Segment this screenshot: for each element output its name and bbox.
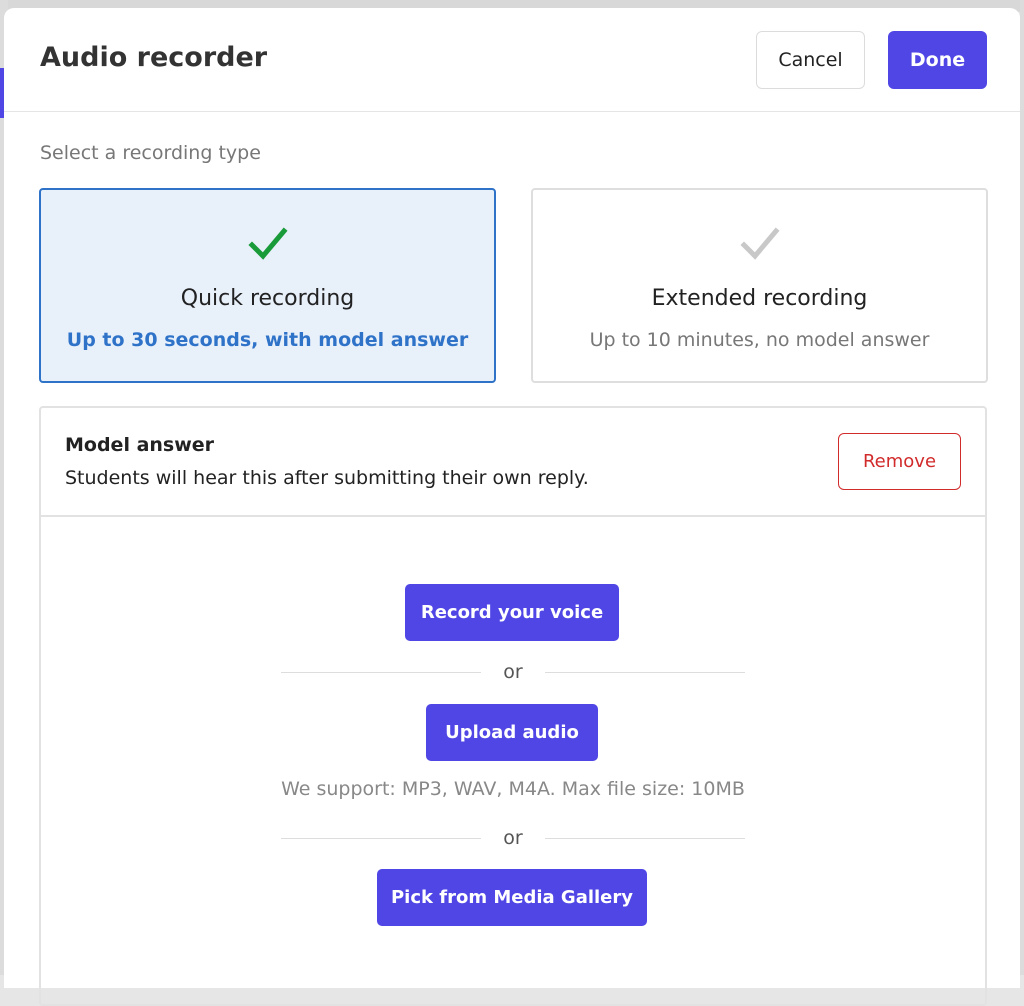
or-divider: or <box>281 661 745 683</box>
or-text: or <box>503 827 523 849</box>
option-title: Extended recording <box>651 286 868 311</box>
background-app-edge-right <box>1020 0 1024 975</box>
supported-formats-text: We support: MP3, WAV, M4A. Max file size… <box>281 778 745 800</box>
option-title: Quick recording <box>180 286 355 311</box>
remove-button[interactable]: Remove <box>838 433 961 490</box>
audio-recorder-dialog: Audio recorder Cancel Done Select a reco… <box>4 8 1020 1006</box>
model-answer-panel: Model answer Students will hear this aft… <box>39 406 987 1006</box>
model-answer-title: Model answer <box>65 434 215 456</box>
option-subtitle: Up to 30 seconds, with model answer <box>66 329 469 351</box>
check-icon <box>533 222 986 266</box>
option-subtitle: Up to 10 minutes, no model answer <box>589 329 930 351</box>
upload-audio-button[interactable]: Upload audio <box>426 704 598 761</box>
or-divider: or <box>281 827 745 849</box>
recording-type-label: Select a recording type <box>40 142 261 164</box>
media-gallery-button[interactable]: Pick from Media Gallery <box>377 869 647 926</box>
cancel-button[interactable]: Cancel <box>756 31 865 89</box>
record-voice-button[interactable]: Record your voice <box>405 584 619 641</box>
dialog-header: Audio recorder Cancel Done <box>4 8 1020 112</box>
done-button[interactable]: Done <box>888 31 987 89</box>
dialog-title: Audio recorder <box>40 42 268 73</box>
extended-recording-option[interactable]: Extended recording Up to 10 minutes, no … <box>531 188 988 383</box>
quick-recording-option[interactable]: Quick recording Up to 30 seconds, with m… <box>39 188 496 383</box>
or-text: or <box>503 661 523 683</box>
model-answer-header: Model answer Students will hear this aft… <box>41 408 985 517</box>
model-answer-description: Students will hear this after submitting… <box>65 467 589 489</box>
check-icon <box>41 222 494 266</box>
